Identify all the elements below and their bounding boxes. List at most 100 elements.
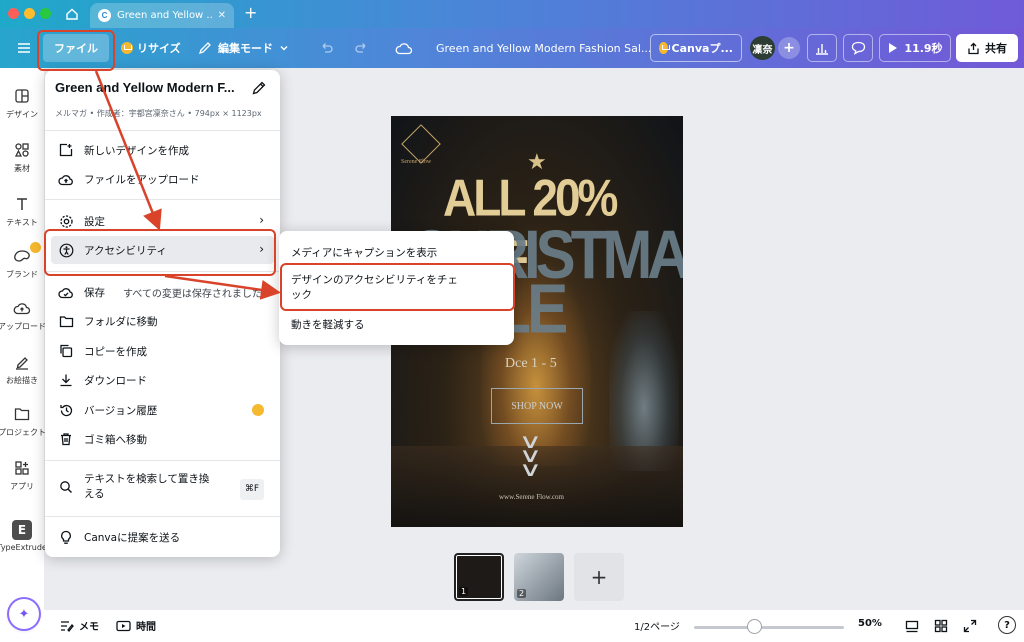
present-button[interactable]: 11.9秒 — [879, 34, 951, 62]
menu-item-find-replace[interactable]: テキストを検索して置き換える ⌘F — [51, 469, 274, 505]
rail-item-design[interactable]: デザイン — [0, 86, 44, 120]
grid-view-icon[interactable] — [904, 618, 920, 634]
browser-tab-active[interactable]: C Green and Yellow ... ✕ — [90, 3, 234, 28]
history-icon — [58, 402, 74, 418]
rail-item-projects[interactable]: プロジェクト — [0, 404, 46, 438]
crown-icon — [121, 42, 133, 54]
submenu-item-reduce-motion[interactable]: 動きを軽減する — [285, 315, 508, 335]
menu-item-label: 保存 — [84, 286, 105, 299]
menu-item-download[interactable]: ダウンロード — [51, 366, 274, 394]
trash-icon — [58, 431, 74, 447]
help-button[interactable]: ? — [998, 616, 1016, 634]
annotation-highlight-file — [37, 30, 115, 71]
tab-close-icon[interactable]: ✕ — [218, 10, 226, 21]
elements-icon — [14, 140, 30, 160]
rail-item-uploads[interactable]: アップロード — [0, 298, 46, 332]
rail-item-typeextrude[interactable]: E TypeExtrude — [0, 520, 47, 552]
browser-tab-strip: C Green and Yellow ... ✕ + — [0, 0, 1024, 28]
undo-icon[interactable] — [318, 34, 336, 62]
menu-item-new-design[interactable]: 新しいデザインを作成 — [51, 136, 274, 164]
share-button[interactable]: 共有 — [956, 34, 1018, 62]
rail-item-brand[interactable]: ブランド — [0, 242, 44, 280]
document-title[interactable]: Green and Yellow Modern Fashion Sal... — [436, 34, 651, 62]
bottom-bar: メモ 時間 1/2ページ 50% ? — [44, 610, 1024, 642]
design-icon — [14, 86, 30, 106]
menu-item-make-copy[interactable]: コピーを作成 — [51, 337, 274, 365]
pages-grid-icon[interactable] — [933, 618, 949, 634]
tab-title: Green and Yellow ... — [117, 10, 212, 21]
gear-icon — [58, 213, 74, 229]
resize-label: リサイズ — [137, 42, 181, 55]
canva-favicon-icon: C — [98, 9, 111, 22]
zoom-level[interactable]: 50% — [858, 618, 882, 629]
design-meta: メルマガ • 作成者：宇都宮凜奈さん • 794px × 1123px — [55, 109, 262, 118]
upload-cloud-icon — [13, 298, 31, 318]
timer-button[interactable]: 時間 — [116, 618, 156, 633]
window-close-button[interactable] — [8, 8, 19, 19]
menu-item-label: ダウンロード — [84, 374, 147, 387]
hamburger-menu-icon[interactable] — [14, 34, 34, 62]
menu-item-suggest[interactable]: Canvaに提案を送る — [51, 523, 274, 551]
menu-item-version-history[interactable]: バージョン履歴 — [51, 396, 274, 424]
resize-button[interactable]: リサイズ — [117, 34, 185, 62]
folder-icon — [14, 404, 30, 424]
menu-item-label: テキストを検索して置き換える — [84, 473, 210, 500]
submenu-item-captions[interactable]: メディアにキャプションを表示 — [285, 243, 508, 263]
cloud-saved-icon[interactable] — [394, 34, 414, 62]
upload-cloud-icon — [58, 171, 74, 187]
page-thumbnail[interactable]: 1 — [454, 553, 504, 601]
rail-item-elements[interactable]: 素材 — [0, 140, 44, 174]
add-page-button[interactable]: + — [574, 553, 624, 601]
page-thumbnail[interactable]: 2 — [514, 553, 564, 601]
play-icon — [889, 43, 898, 53]
website-url: www.Serene Flow.com — [499, 493, 564, 501]
rail-label: デザイン — [6, 110, 38, 119]
page-indicator[interactable]: 1/2ページ — [634, 618, 680, 633]
keyboard-shortcut: ⌘F — [239, 479, 264, 500]
zoom-slider[interactable] — [694, 626, 844, 629]
share-icon — [968, 42, 979, 54]
notes-label: メモ — [79, 622, 99, 633]
home-icon[interactable] — [62, 5, 82, 23]
submenu-item-label: 動きを軽減する — [291, 318, 365, 331]
magic-assistant-icon[interactable]: ✦ — [9, 599, 39, 629]
analytics-icon[interactable] — [807, 34, 837, 62]
timer-label: 時間 — [136, 622, 156, 633]
redo-icon[interactable] — [352, 34, 370, 62]
new-tab-icon[interactable]: + — [244, 5, 257, 21]
edit-mode-button[interactable]: 編集モード — [198, 34, 289, 62]
draw-icon — [14, 352, 30, 372]
edit-mode-label: 編集モード — [218, 42, 273, 55]
notes-icon — [61, 620, 74, 632]
zoom-slider-handle[interactable] — [747, 619, 762, 634]
window-zoom-button[interactable] — [40, 8, 51, 19]
window-minimize-button[interactable] — [24, 8, 35, 19]
rail-label: アプリ — [10, 482, 34, 491]
pencil-icon[interactable] — [251, 80, 267, 99]
menu-item-trash[interactable]: ゴミ箱へ移動 — [51, 425, 274, 453]
menu-item-move-folder[interactable]: フォルダに移動 — [51, 307, 274, 335]
rail-item-text[interactable]: テキスト — [0, 194, 44, 228]
rail-item-apps[interactable]: アプリ — [0, 458, 44, 492]
fullscreen-icon[interactable] — [962, 618, 978, 634]
crown-icon — [252, 404, 264, 416]
sale-date: Dce 1 - 5 — [505, 356, 557, 371]
canva-pro-button[interactable]: Canvaプ... — [650, 34, 742, 62]
menu-item-save[interactable]: 保存 すべての変更は保存されました — [51, 278, 274, 306]
user-avatar[interactable]: 凜奈 — [750, 36, 775, 60]
comment-icon[interactable] — [843, 34, 873, 62]
pencil-icon — [198, 42, 211, 55]
rail-label: ブランド — [6, 270, 38, 279]
notes-button[interactable]: メモ — [60, 618, 99, 633]
rail-item-draw[interactable]: お絵描き — [0, 352, 44, 386]
menu-item-label: ファイルをアップロード — [84, 173, 200, 186]
folder-icon — [58, 313, 74, 329]
menu-item-upload[interactable]: ファイルをアップロード — [51, 165, 274, 193]
search-icon — [58, 479, 74, 495]
cloud-check-icon — [58, 284, 74, 300]
add-collaborator-button[interactable]: + — [778, 37, 800, 59]
copy-icon — [58, 343, 74, 359]
save-status: すべての変更は保存されました — [123, 288, 262, 300]
rail-label: アップロード — [0, 322, 46, 331]
file-menu-title[interactable]: Green and Yellow Modern F... — [55, 80, 235, 95]
